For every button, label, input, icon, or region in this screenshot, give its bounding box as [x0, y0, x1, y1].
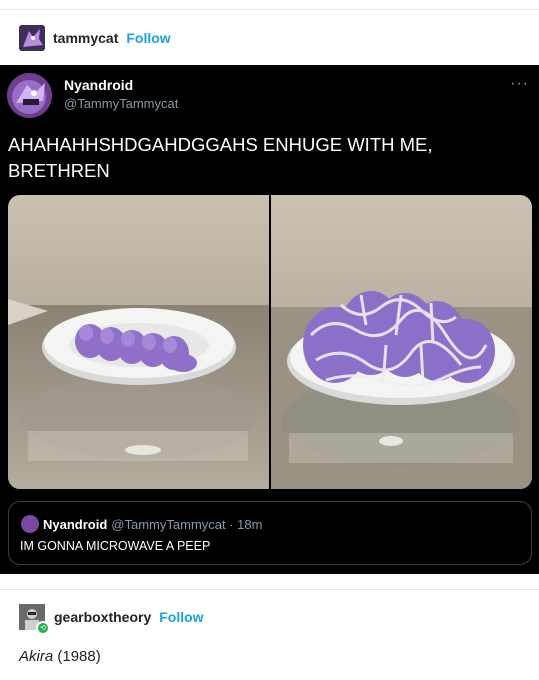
reblog-body-year: (1988)	[57, 648, 101, 665]
reblog-icon: ⟲	[36, 621, 50, 635]
quoted-tweet-header: Nyandroid @TammyTammycat · 18m	[21, 515, 262, 533]
embedded-tweet: Nyandroid @TammyTammycat ··· AHAHAHHSHDG…	[0, 65, 539, 574]
tweet-display-name[interactable]: Nyandroid	[64, 77, 133, 93]
follow-button[interactable]: Follow	[126, 30, 170, 46]
gearbox-avatar-icon[interactable]: ⟲	[19, 604, 50, 635]
more-options-icon[interactable]: ···	[510, 75, 529, 93]
top-divider	[0, 9, 539, 10]
tweet-handle[interactable]: @TammyTammycat	[64, 96, 178, 111]
quoted-tweet-display-name: Nyandroid	[43, 516, 108, 532]
quoted-tweet[interactable]: Nyandroid @TammyTammycat · 18m IM GONNA …	[8, 501, 532, 565]
reblog-body: Akira (1988)	[19, 648, 101, 665]
tweet-avatar-icon[interactable]	[7, 73, 52, 118]
quoted-tweet-text: IM GONNA MICROWAVE A PEEP	[20, 539, 211, 553]
tweet-photos	[8, 195, 532, 489]
quoted-tweet-handle-time: @TammyTammycat · 18m	[111, 516, 263, 532]
reblog-header: ⟲ gearboxtheory Follow	[19, 604, 204, 635]
purple-dragon-avatar-icon[interactable]	[19, 25, 45, 51]
reblog-divider	[0, 589, 539, 590]
post-header: tammycat Follow	[19, 25, 171, 51]
reblog-follow-button[interactable]: Follow	[159, 609, 203, 625]
peeps-before-microwave-photo[interactable]	[8, 195, 269, 489]
post-author-name[interactable]: tammycat	[53, 30, 118, 46]
peeps-after-microwave-photo[interactable]	[271, 195, 532, 489]
reblog-body-title: Akira	[19, 648, 54, 665]
quoted-tweet-avatar-icon	[21, 515, 39, 533]
reblog-author-name[interactable]: gearboxtheory	[54, 609, 151, 625]
tweet-text: AHAHAHHSHDGAHDGGAHS ENHUGE WITH ME, BRET…	[8, 134, 433, 181]
